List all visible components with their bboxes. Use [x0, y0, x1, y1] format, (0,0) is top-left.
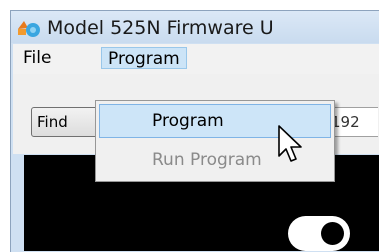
window-title: Model 525N Firmware U	[47, 17, 274, 39]
find-button[interactable]: Find	[31, 107, 101, 137]
ip-address-field[interactable]: 192	[328, 107, 378, 137]
menu-bar: File Program	[13, 44, 379, 74]
toggle-switch-icon[interactable]	[288, 216, 350, 251]
menu-file[interactable]: File	[17, 47, 57, 69]
app-icon	[18, 21, 40, 37]
title-bar: Model 525N Firmware U	[11, 11, 379, 43]
menu-program[interactable]: Program	[101, 47, 187, 69]
mouse-pointer-icon	[278, 125, 302, 162]
toggle-knob	[321, 222, 344, 245]
